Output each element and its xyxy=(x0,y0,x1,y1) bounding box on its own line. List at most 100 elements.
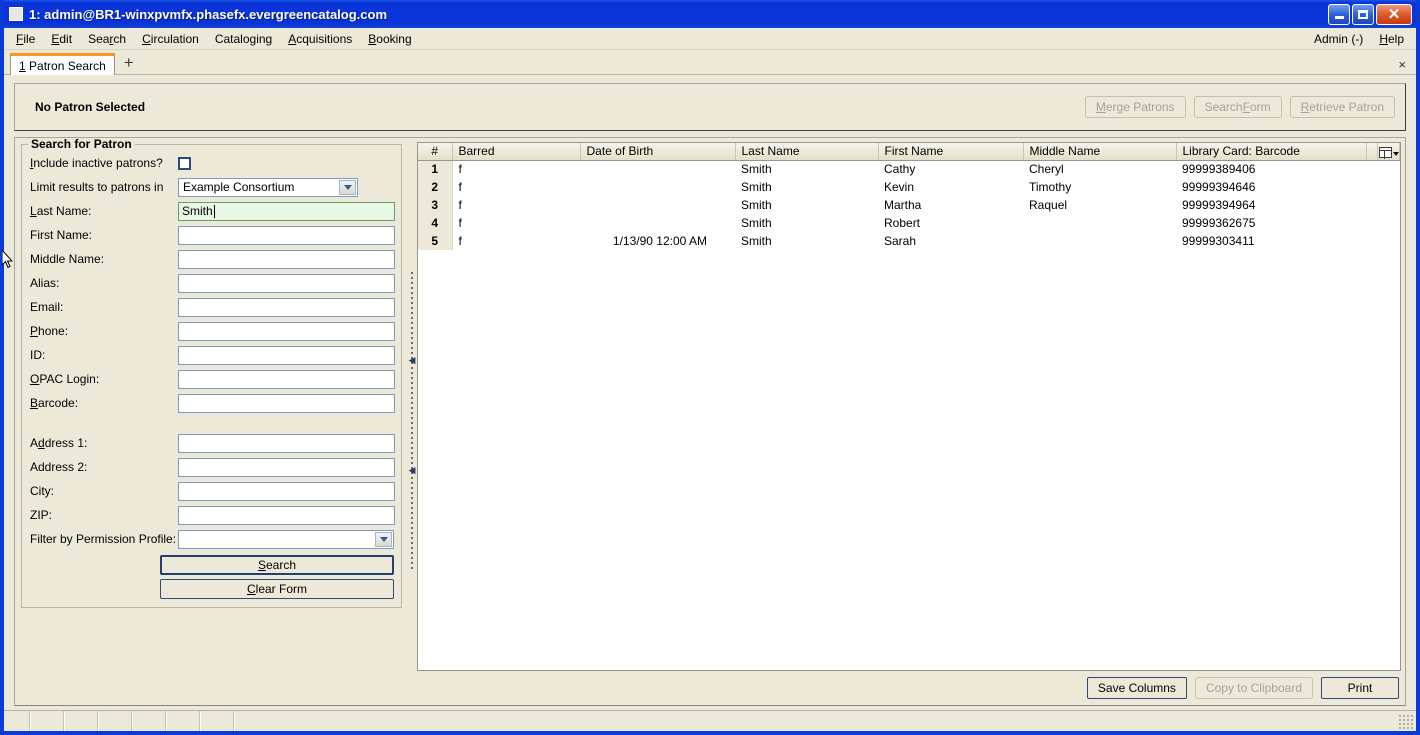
resize-grip[interactable] xyxy=(1398,714,1414,730)
phone-label: Phone: xyxy=(30,324,69,338)
cell-barcode: 99999394964 xyxy=(1176,196,1366,214)
cell-filler xyxy=(1366,214,1378,232)
cell-barred: f xyxy=(452,178,580,196)
last-name-value: Smith xyxy=(182,204,213,218)
search-panel: Search for Patron Include inactive patro… xyxy=(14,137,407,706)
header-first-name[interactable]: First Name xyxy=(878,143,1024,161)
status-bar xyxy=(4,710,1416,731)
barcode-label: Barcode: xyxy=(30,396,79,410)
main-content: Search for Patron Include inactive patro… xyxy=(14,137,1406,706)
menu-file[interactable]: File xyxy=(8,30,43,48)
menu-circulation[interactable]: Circulation xyxy=(134,30,207,48)
cell-first-name: Sarah xyxy=(878,232,1023,250)
row-address1: Address 1: xyxy=(28,431,395,455)
merge-patrons-button[interactable]: Merge Patrons xyxy=(1084,96,1186,118)
pane-splitter[interactable]: ◀ ◀ xyxy=(407,137,417,706)
column-picker-button[interactable] xyxy=(1377,143,1400,161)
cell-middle-name xyxy=(1023,214,1176,232)
close-tab-icon[interactable]: × xyxy=(1392,58,1412,74)
middle-name-input[interactable] xyxy=(178,249,395,269)
menu-help[interactable]: Help xyxy=(1371,30,1412,48)
id-input[interactable] xyxy=(178,345,395,365)
alias-input[interactable] xyxy=(178,273,395,293)
row-include-inactive: Include inactive patrons? xyxy=(28,151,395,175)
new-tab-button[interactable]: + xyxy=(115,54,143,73)
opac-login-input[interactable] xyxy=(178,369,395,389)
city-input[interactable] xyxy=(178,481,395,501)
last-name-input[interactable]: Smith xyxy=(178,201,395,221)
copy-to-clipboard-button[interactable]: Copy to Clipboard xyxy=(1194,677,1313,699)
include-inactive-checkbox[interactable] xyxy=(178,156,191,170)
search-button-row: Search xyxy=(28,555,395,575)
patron-summary-bar: No Patron Selected Merge Patrons Search … xyxy=(14,83,1406,131)
tab-patron-search[interactable]: 1 Patron Search xyxy=(10,53,115,75)
permission-profile-select[interactable] xyxy=(178,529,394,549)
table-row[interactable]: 5 f 1/13/90 12:00 AM Smith Sarah 9999930… xyxy=(418,232,1400,250)
limit-results-label: Limit results to patrons in xyxy=(30,180,164,194)
status-segment-main xyxy=(235,711,1398,731)
menu-search[interactable]: Search xyxy=(80,30,134,48)
menu-booking[interactable]: Booking xyxy=(360,30,419,48)
cell-dob xyxy=(580,214,735,232)
results-grid: # Barred Date of Birth Last Name First N… xyxy=(417,142,1401,671)
table-row[interactable]: 3 f Smith Martha Raquel 99999394964 xyxy=(418,196,1400,214)
search-for-patron-group: Search for Patron Include inactive patro… xyxy=(21,138,402,608)
menu-edit[interactable]: Edit xyxy=(43,30,80,48)
splitter-collapse-down-icon[interactable]: ◀ xyxy=(409,466,416,475)
patron-header-buttons: Merge Patrons Search Form Retrieve Patro… xyxy=(1084,96,1395,118)
cell-last-name: Smith xyxy=(735,178,878,196)
splitter-collapse-up-icon[interactable]: ◀ xyxy=(409,356,416,365)
row-city: City: xyxy=(28,479,395,503)
cell-picker-pad xyxy=(1377,196,1400,214)
search-group-title: Search for Patron xyxy=(28,138,135,151)
header-barred[interactable]: Barred xyxy=(452,143,581,161)
menu-bar: File Edit Search Circulation Cataloging … xyxy=(4,28,1416,50)
search-form-button[interactable]: Search Form xyxy=(1193,96,1282,118)
application-window: 1: admin@BR1-winxpvmfx.phasefx.evergreen… xyxy=(0,0,1420,735)
phone-input[interactable] xyxy=(178,321,395,341)
header-last-name[interactable]: Last Name xyxy=(735,143,879,161)
print-button[interactable]: Print xyxy=(1321,677,1399,699)
cell-filler xyxy=(1366,232,1378,250)
header-library-card-barcode[interactable]: Library Card: Barcode xyxy=(1176,143,1367,161)
minimize-button[interactable] xyxy=(1328,3,1350,25)
clear-form-button[interactable]: Clear Form xyxy=(160,579,394,599)
menu-admin[interactable]: Admin (-) xyxy=(1306,30,1371,48)
org-unit-value: Example Consortium xyxy=(183,180,295,194)
maximize-button[interactable] xyxy=(1352,3,1374,25)
menu-acquisitions[interactable]: Acquisitions xyxy=(280,30,360,48)
email-input[interactable] xyxy=(178,297,395,317)
address2-input[interactable] xyxy=(178,457,395,477)
cell-picker-pad xyxy=(1377,178,1400,196)
address1-input[interactable] xyxy=(178,433,395,453)
cell-picker-pad xyxy=(1377,232,1400,250)
close-button[interactable]: ✕ xyxy=(1376,3,1412,25)
table-header-row: # Barred Date of Birth Last Name First N… xyxy=(418,143,1400,161)
table-row[interactable]: 1 f Smith Cathy Cheryl 99999389406 xyxy=(418,160,1400,178)
permission-profile-label: Filter by Permission Profile: xyxy=(30,532,177,546)
first-name-input[interactable] xyxy=(178,225,395,245)
header-middle-name[interactable]: Middle Name xyxy=(1023,143,1177,161)
city-label: City: xyxy=(30,484,54,498)
alias-label: Alias: xyxy=(30,276,60,290)
email-label: Email: xyxy=(30,300,64,314)
zip-input[interactable] xyxy=(178,505,395,525)
menu-cataloging[interactable]: Cataloging xyxy=(207,30,280,48)
retrieve-patron-button[interactable]: Retrieve Patron xyxy=(1289,96,1395,118)
barcode-input[interactable] xyxy=(178,393,395,413)
chevron-down-icon xyxy=(1392,152,1399,157)
cell-middle-name: Cheryl xyxy=(1023,160,1176,178)
cell-last-name: Smith xyxy=(735,232,878,250)
header-row-number[interactable]: # xyxy=(418,143,453,161)
form-gap xyxy=(28,415,395,431)
table-row[interactable]: 2 f Smith Kevin Timothy 99999394646 xyxy=(418,178,1400,196)
row-id: ID: xyxy=(28,343,395,367)
grid-empty-area xyxy=(418,250,1400,670)
row-permission-profile: Filter by Permission Profile: xyxy=(28,527,395,551)
save-columns-button[interactable]: Save Columns xyxy=(1086,677,1187,699)
zip-label: ZIP: xyxy=(30,508,53,522)
header-date-of-birth[interactable]: Date of Birth xyxy=(580,143,736,161)
search-button[interactable]: Search xyxy=(160,555,394,575)
org-unit-select[interactable]: Example Consortium xyxy=(178,177,358,197)
table-row[interactable]: 4 f Smith Robert 99999362675 xyxy=(418,214,1400,232)
